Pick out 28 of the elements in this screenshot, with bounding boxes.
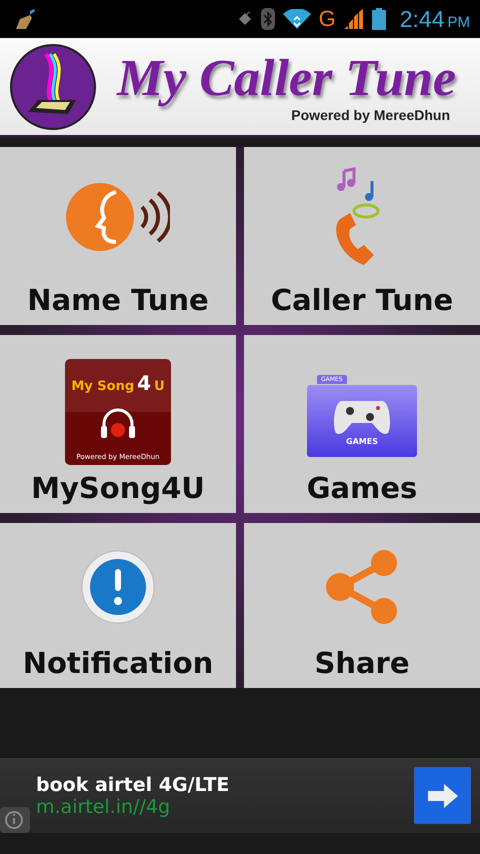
bluetooth-icon: [260, 8, 275, 30]
menu-tile[interactable]: Caller Tune: [244, 147, 480, 325]
art-number: 4: [137, 371, 152, 395]
head-sound-icon: [66, 182, 170, 252]
battery-icon: [372, 8, 386, 30]
signal-icon: [344, 9, 364, 29]
app-subtitle: Powered by MereeDhun: [291, 107, 450, 124]
menu-tile[interactable]: Notification: [0, 523, 236, 688]
ad-title: book airtel 4G/LTE: [36, 774, 230, 796]
clock-ampm: PM: [448, 14, 470, 30]
menu-tile[interactable]: Share: [244, 523, 480, 688]
folder-caption: GAMES: [346, 436, 378, 446]
ad-link[interactable]: m.airtel.in//4g: [36, 796, 414, 818]
arrow-right-icon: [428, 784, 458, 808]
menu-tile[interactable]: Name Tune: [0, 147, 236, 325]
art-title: My Song: [71, 379, 134, 394]
network-type: G: [318, 6, 336, 32]
app-title: My Caller Tune: [117, 50, 456, 108]
broom-icon: [16, 9, 38, 29]
exclamation-icon: [80, 548, 156, 624]
app-logo-icon: [10, 44, 96, 130]
wifi-icon: [282, 9, 311, 29]
headphones-icon: [100, 408, 136, 440]
art-letter: U: [154, 379, 165, 394]
ad-open-button[interactable]: [414, 767, 471, 824]
info-icon: [0, 807, 30, 833]
satellite-icon: [236, 11, 253, 27]
clock-time: 2:44: [400, 6, 444, 32]
